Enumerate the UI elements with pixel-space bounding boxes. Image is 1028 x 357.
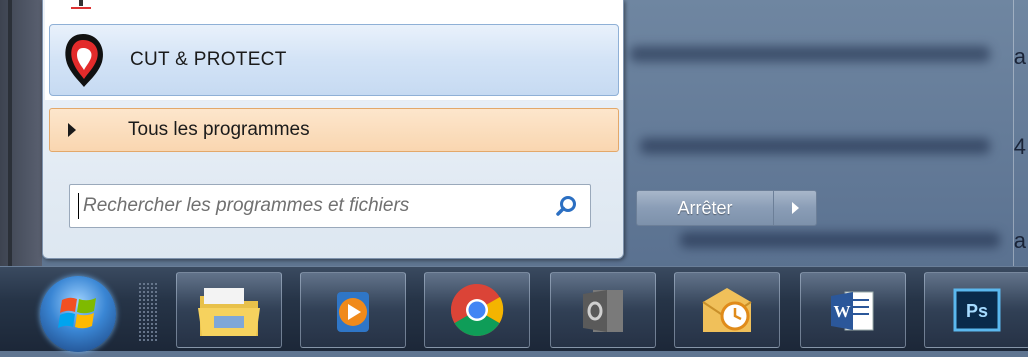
taskbar-chrome-button[interactable] <box>424 272 530 348</box>
folder-icon <box>198 288 260 336</box>
expand-arrow-icon <box>68 123 76 137</box>
windows-logo-icon <box>58 297 96 329</box>
search-icon[interactable] <box>554 193 580 219</box>
taskbar-media-player-button[interactable] <box>300 272 406 348</box>
search-placeholder: Rechercher les programmes et fichiers <box>83 195 410 216</box>
taskbar-explorer-button[interactable] <box>176 272 282 348</box>
shutdown-group: Arrêter <box>636 190 817 226</box>
program-label: CUT & PROTECT <box>130 49 287 70</box>
word-icon: W <box>831 291 874 331</box>
all-programs-label: Tous les programmes <box>128 119 310 140</box>
taskbar-calendar-button[interactable] <box>674 272 780 348</box>
outlook-icon <box>583 290 623 332</box>
menu-separator <box>73 100 593 101</box>
text-caret <box>78 193 79 219</box>
start-menu: CUT & PROTECT Tous les programmes Recher… <box>42 0 624 259</box>
desktop-edge <box>0 0 42 270</box>
program-item-cut-and-protect[interactable]: CUT & PROTECT <box>49 24 619 96</box>
all-programs-item[interactable]: Tous les programmes <box>49 108 619 152</box>
shutdown-options-button[interactable] <box>774 190 817 226</box>
taskbar-word-button[interactable]: W <box>800 272 906 348</box>
media-player-icon <box>337 292 369 332</box>
cut-and-protect-icon <box>65 34 104 87</box>
taskbar-outlook-button[interactable] <box>550 272 656 348</box>
search-input[interactable]: Rechercher les programmes et fichiers <box>69 184 591 228</box>
taskbar-photoshop-button[interactable]: Ps <box>924 272 1028 348</box>
background-document: a 4 a <box>600 0 1028 270</box>
chrome-icon <box>451 284 504 336</box>
chevron-right-icon <box>791 202 799 214</box>
calendar-envelope-icon <box>702 288 752 332</box>
photoshop-glyph: Ps <box>966 301 988 321</box>
word-glyph: W <box>834 302 851 321</box>
partial-program-icon <box>71 0 91 9</box>
taskbar-grip[interactable] <box>138 282 158 342</box>
start-button[interactable] <box>40 276 116 352</box>
shutdown-button[interactable]: Arrêter <box>636 190 774 226</box>
photoshop-icon: Ps <box>953 288 1001 332</box>
